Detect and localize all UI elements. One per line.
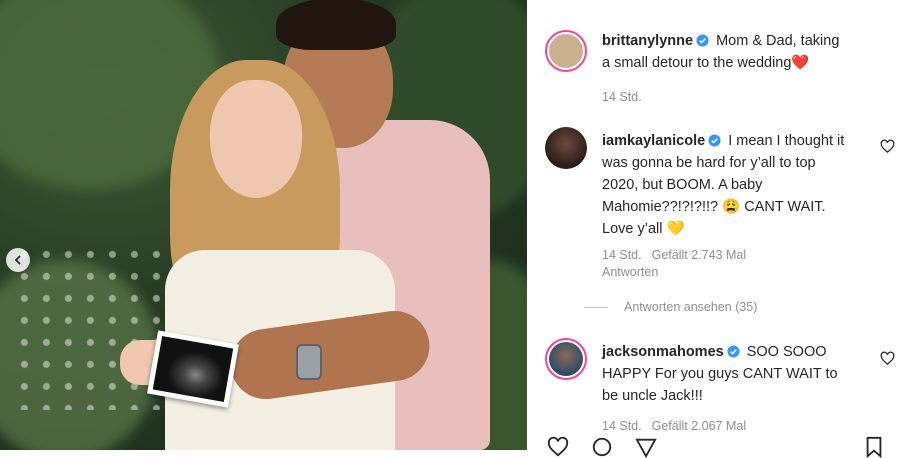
avatar-image xyxy=(545,127,587,169)
comments-panel: brittanylynne Mom & Dad, taking a small … xyxy=(527,0,900,458)
post-image[interactable] xyxy=(0,0,527,450)
view-replies-label[interactable]: Antworten ansehen (35) xyxy=(624,300,757,314)
ultrasound-photo xyxy=(147,330,239,408)
like-comment-heart-icon[interactable] xyxy=(880,351,895,366)
comment-text-block: jacksonmahomes SOO SOOO HAPPY For you gu… xyxy=(602,341,850,407)
verified-badge-icon xyxy=(708,134,721,147)
avatar-image xyxy=(549,34,583,68)
timestamp[interactable]: 14 Std. xyxy=(602,90,642,104)
avatar[interactable] xyxy=(545,127,587,169)
reply-link[interactable]: Antworten xyxy=(602,265,658,279)
timestamp[interactable]: 14 Std. xyxy=(602,248,642,262)
comment-meta: 14 Std. Gefällt 2.067 Mal xyxy=(602,418,842,435)
carousel-prev-button[interactable] xyxy=(6,248,30,272)
man-hair xyxy=(276,0,396,50)
post-actions xyxy=(545,436,885,458)
save-bookmark-icon[interactable] xyxy=(863,436,885,458)
username-link[interactable]: brittanylynne xyxy=(602,33,693,49)
username-link[interactable]: jacksonmahomes xyxy=(602,344,724,360)
like-heart-icon[interactable] xyxy=(547,436,569,458)
verified-badge-icon xyxy=(727,345,740,358)
view-replies[interactable]: Antworten ansehen (35) xyxy=(584,300,757,314)
replies-divider xyxy=(584,306,608,308)
yellow-heart-emoji: 💛 xyxy=(666,221,685,237)
likes-count[interactable]: Gefällt 2.067 Mal xyxy=(652,419,747,433)
wrist-watch xyxy=(296,344,322,380)
verified-badge-icon xyxy=(696,34,709,47)
caption-text-block: brittanylynne Mom & Dad, taking a small … xyxy=(602,30,850,74)
avatar-image xyxy=(549,342,583,376)
tired-face-emoji: 😩 xyxy=(722,199,741,215)
chevron-left-icon xyxy=(14,255,21,265)
caption-meta: 14 Std. xyxy=(602,89,652,106)
username-link[interactable]: iamkaylanicole xyxy=(602,133,705,149)
share-icon[interactable] xyxy=(635,436,657,458)
comment-meta: 14 Std. Gefällt 2.743 Mal Antworten xyxy=(602,247,842,281)
like-comment-heart-icon[interactable] xyxy=(880,139,895,154)
timestamp[interactable]: 14 Std. xyxy=(602,419,642,433)
avatar[interactable] xyxy=(545,30,587,72)
comment-icon[interactable] xyxy=(591,436,613,458)
avatar[interactable] xyxy=(545,338,587,380)
likes-count[interactable]: Gefällt 2.743 Mal xyxy=(652,248,747,262)
background-flowers xyxy=(20,250,160,410)
woman-face xyxy=(210,80,302,198)
heart-emoji: ❤️ xyxy=(791,55,810,71)
comment-text-block: iamkaylanicole I mean I thought it was g… xyxy=(602,130,850,240)
